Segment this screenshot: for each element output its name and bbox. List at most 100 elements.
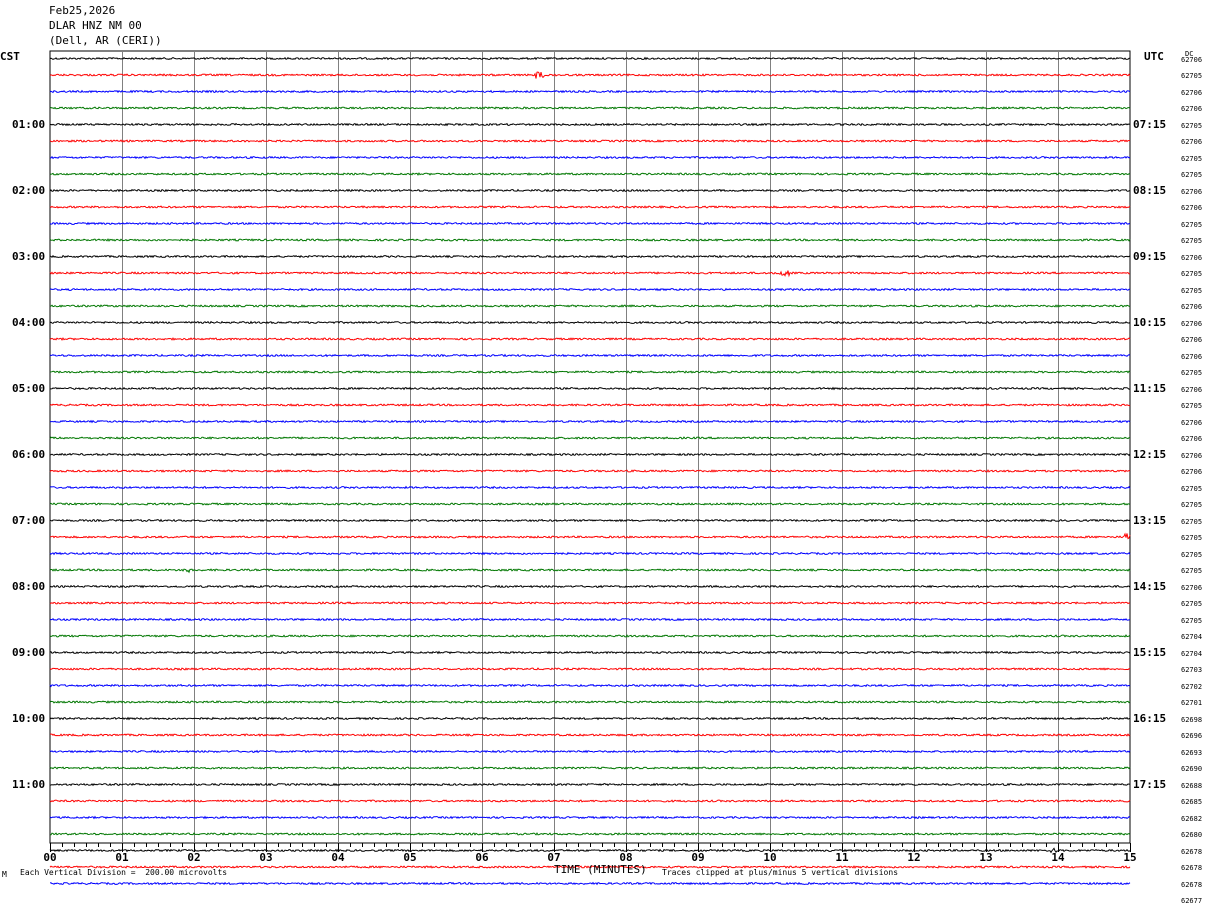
- trace-47: [49, 832, 1131, 836]
- helicorder-plot: 00 01 02 03 04 05 06 07 08 09 10 11 12 13 14 15: [43, 50, 1137, 886]
- plot-frame: [49, 50, 1131, 844]
- dc-offset-label: 62682: [1181, 814, 1203, 823]
- dc-offset-label: 62705: [1181, 600, 1203, 608]
- trace-24: [49, 452, 1131, 457]
- dc-offset-label: 62693: [1181, 748, 1203, 757]
- dc-offset-label: 62701: [1181, 699, 1203, 707]
- right-hour-label: 15:15: [1133, 645, 1167, 659]
- trace-27: [49, 502, 1131, 506]
- x-tick-label: 02: [187, 851, 200, 864]
- dc-offset-label: 62696: [1181, 732, 1203, 740]
- dc-offset-label: 62706: [1181, 385, 1203, 394]
- dc-offset-label: 62704: [1181, 649, 1203, 658]
- right-hour-label: 11:15: [1133, 381, 1167, 395]
- trace-6: [49, 155, 1131, 160]
- dc-offset-label: 62706: [1181, 303, 1203, 311]
- left-hour-label: 06:00: [12, 447, 46, 461]
- x-tick-label: 12: [907, 851, 920, 864]
- trace-44: [49, 782, 1130, 787]
- dc-offset-label: 62688: [1181, 781, 1203, 790]
- right-hour-label: 14:15: [1133, 579, 1167, 593]
- dc-offset-label: 62678: [1181, 847, 1203, 856]
- dc-offset-label: 62703: [1181, 666, 1203, 674]
- dc-offset-label: 62706: [1181, 336, 1203, 344]
- trace-16: [49, 320, 1131, 325]
- x-tick-label: 10: [763, 851, 776, 864]
- trace-38: [49, 683, 1131, 688]
- right-hour-label: 16:15: [1133, 711, 1167, 725]
- trace-31: [49, 568, 1131, 574]
- trace-41: [49, 733, 1131, 737]
- clip-note: Traces clipped at plus/minus 5 vertical …: [662, 868, 899, 877]
- dc-offset-label: 62706: [1181, 204, 1203, 212]
- x-axis-label: TIME (MINUTES): [554, 863, 647, 876]
- header-date: Feb25,2026: [49, 4, 116, 17]
- trace-25: [49, 469, 1131, 473]
- trace-37: [49, 667, 1131, 671]
- left-hour-label: 11:00: [12, 777, 46, 791]
- dc-offset-label: 62705: [1181, 286, 1203, 295]
- left-hour-label: 05:00: [12, 381, 46, 395]
- dc-offset-label: 62705: [1181, 121, 1203, 130]
- x-tick-label: 14: [1051, 851, 1065, 864]
- dc-offset-label: 62702: [1181, 682, 1203, 691]
- left-hour-label: 09:00: [12, 645, 46, 659]
- trace-13: [49, 270, 1131, 278]
- trace-8: [49, 188, 1131, 193]
- x-tick-label: 06: [475, 851, 489, 864]
- trace-40: [49, 716, 1131, 721]
- trace-19: [49, 370, 1131, 374]
- dc-offset-label: 62680: [1181, 831, 1203, 839]
- trace-3: [49, 106, 1131, 110]
- x-tick-label: 05: [403, 851, 416, 864]
- dc-offset-label: 62678: [1181, 880, 1203, 889]
- trace-50: [49, 881, 1131, 886]
- dc-offset-label: 62705: [1181, 220, 1203, 229]
- x-tick-label: 13: [979, 851, 992, 864]
- trace-39: [49, 700, 1131, 704]
- right-hour-label: 12:15: [1133, 447, 1167, 461]
- right-hour-label: 10:15: [1133, 315, 1167, 329]
- trace-1: [49, 71, 1131, 79]
- trace-5: [49, 139, 1131, 143]
- right-hour-label: 13:15: [1133, 513, 1167, 527]
- dc-offset-label: 62706: [1181, 451, 1203, 460]
- dc-offset-label: 62705: [1181, 501, 1203, 509]
- header-location: (Dell, AR (CERI)): [49, 34, 162, 47]
- trace-12: [49, 254, 1131, 259]
- trace-29: [49, 532, 1131, 540]
- right-hour-label: 07:15: [1133, 117, 1167, 131]
- dc-offset-label: 62677: [1181, 897, 1203, 905]
- trace-18: [49, 353, 1131, 358]
- x-tick-label: 15: [1123, 851, 1136, 864]
- trace-14: [49, 287, 1131, 292]
- trace-45: [49, 799, 1131, 803]
- dc-offset-label: 62705: [1181, 550, 1203, 559]
- trace-46: [49, 815, 1131, 820]
- dc-offset-label: 62706: [1181, 583, 1203, 592]
- trace-43: [49, 766, 1131, 770]
- dc-offset-label: 62705: [1181, 616, 1203, 625]
- trace-30: [49, 551, 1131, 556]
- scale-note: Each Vertical Division = 200.00 microvol…: [20, 868, 228, 877]
- dc-offset-label: 62705: [1181, 567, 1203, 575]
- dc-offset-label: 62705: [1181, 270, 1203, 278]
- trace-23: [49, 436, 1131, 440]
- x-tick-label: 09: [691, 851, 704, 864]
- trace-0: [49, 56, 1131, 61]
- trace-28: [49, 518, 1131, 523]
- left-hour-label: 04:00: [12, 315, 46, 329]
- right-hour-label: 17:15: [1133, 777, 1167, 791]
- trace-21: [49, 403, 1131, 407]
- dc-offset-label: 62704: [1181, 633, 1203, 641]
- dc-offset-label: 62706: [1181, 88, 1203, 97]
- dc-offset-label: 62705: [1181, 154, 1203, 163]
- dc-offset-label: 62706: [1181, 187, 1203, 196]
- trace-15: [49, 304, 1131, 308]
- left-hour-label: 03:00: [12, 249, 46, 263]
- dc-offset-label: 62706: [1181, 319, 1203, 328]
- dc-offset-label: 62706: [1181, 435, 1203, 443]
- right-hour-label: 09:15: [1133, 249, 1167, 263]
- x-tick-label: 03: [259, 851, 272, 864]
- dc-offset-label: 62706: [1181, 253, 1203, 262]
